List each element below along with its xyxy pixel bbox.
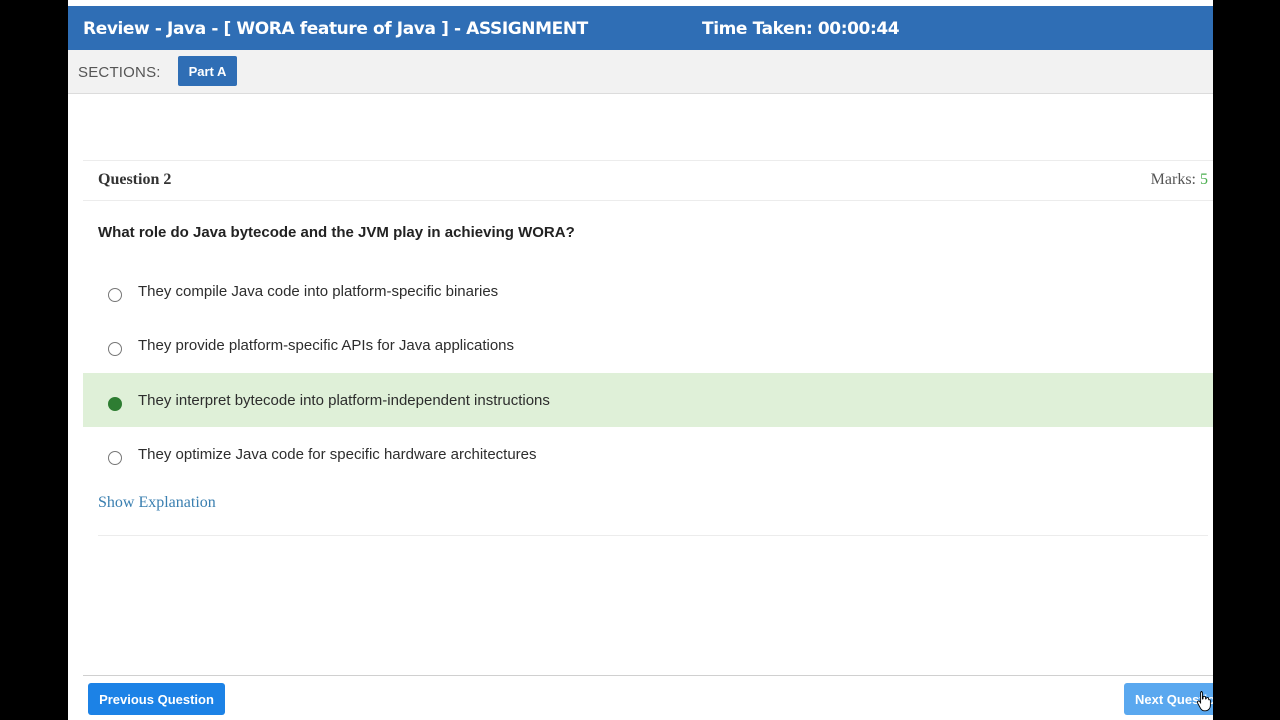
time-taken: Time Taken: 00:00:44 (702, 19, 900, 39)
hand-cursor-icon (1196, 691, 1211, 712)
review-page: Review - Java - [ WORA feature of Java ]… (68, 0, 1213, 720)
marks-label: Marks: 5 (1151, 171, 1208, 189)
header-bar: Review - Java - [ WORA feature of Java ]… (68, 6, 1213, 50)
sections-label: SECTIONS: (78, 64, 161, 81)
option-4[interactable]: They optimize Java code for specific har… (83, 427, 1213, 481)
question-text: What role do Java bytecode and the JVM p… (98, 224, 575, 241)
option-label: They compile Java code into platform-spe… (138, 283, 499, 300)
option-label: They optimize Java code for specific har… (138, 446, 537, 463)
option-label: They provide platform-specific APIs for … (138, 337, 515, 354)
radio-unchecked-icon[interactable] (108, 288, 122, 302)
option-label: They interpret bytecode into platform-in… (138, 392, 550, 409)
footer-nav: Previous Question Next Question (83, 675, 1213, 720)
marks-text: Marks: (1150, 171, 1196, 188)
option-1[interactable]: They compile Java code into platform-spe… (83, 264, 1213, 318)
option-3-selected[interactable]: They interpret bytecode into platform-in… (83, 373, 1213, 427)
show-explanation-link[interactable]: Show Explanation (98, 494, 216, 512)
section-part-a-button[interactable]: Part A (178, 56, 237, 86)
radio-unchecked-icon[interactable] (108, 451, 122, 465)
question-number: Question 2 (98, 171, 172, 188)
divider (98, 535, 1208, 536)
radio-unchecked-icon[interactable] (108, 342, 122, 356)
previous-question-button[interactable]: Previous Question (88, 683, 225, 715)
page-title: Review - Java - [ WORA feature of Java ]… (83, 19, 588, 39)
sections-bar: SECTIONS: Part A (68, 50, 1213, 94)
marks-value: 5 (1200, 171, 1208, 188)
question-header: Question 2 Marks: 5 (83, 160, 1213, 201)
radio-checked-icon[interactable] (108, 397, 122, 411)
option-2[interactable]: They provide platform-specific APIs for … (83, 318, 1213, 372)
